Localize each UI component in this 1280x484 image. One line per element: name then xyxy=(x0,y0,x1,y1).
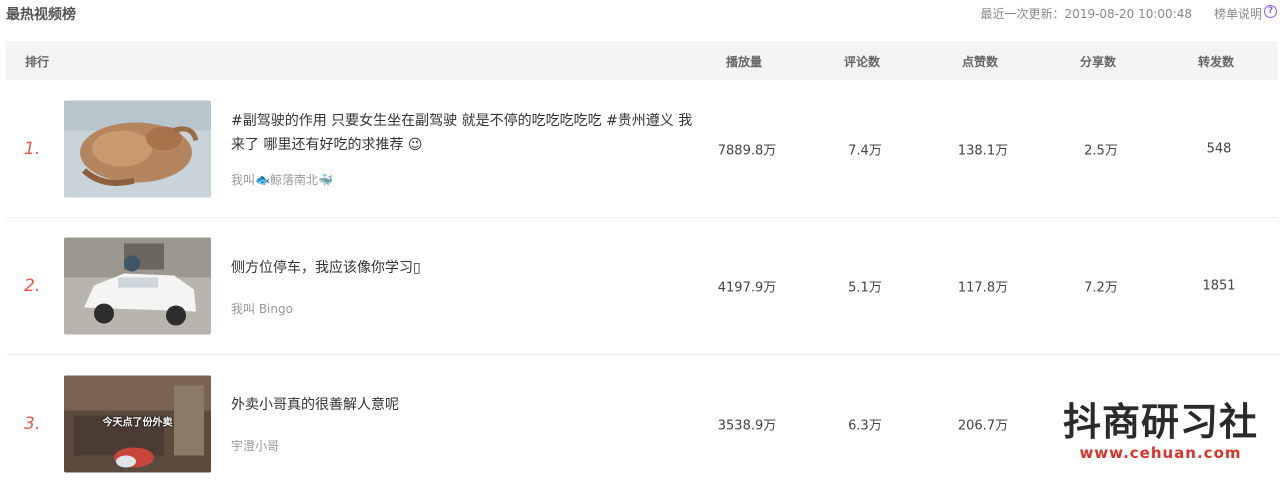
plays-value: 4197.9万 xyxy=(717,280,777,296)
comments-value: 6.3万 xyxy=(848,418,882,433)
page-title: 最热视频榜 xyxy=(6,7,76,23)
thumbnail-caption: 今天点了份外卖 xyxy=(102,417,173,428)
table-row[interactable]: 2. 侧方位停车，我应该像你学习▯ 我叫 Bingo 4197.9万 5.1万 … xyxy=(6,218,1278,355)
column-header-plays[interactable]: 播放量 xyxy=(726,53,762,70)
video-thumbnail[interactable] xyxy=(64,237,211,335)
video-thumbnail[interactable] xyxy=(64,100,211,198)
column-header-shares[interactable]: 分享数 xyxy=(1080,53,1116,70)
column-header-comments[interactable]: 评论数 xyxy=(844,53,880,70)
likes-value: 206.7万 xyxy=(957,418,1009,433)
column-header-reposts[interactable]: 转发数 xyxy=(1198,53,1234,70)
ranking-explain-link[interactable]: 榜单说明 xyxy=(1214,5,1262,22)
shares-value: 7.2万 xyxy=(1084,280,1118,296)
reposts-value: 548 xyxy=(1206,141,1232,157)
table-header: 排行 播放量 评论数 点赞数 分享数 转发数 xyxy=(6,41,1278,80)
likes-value: 117.8万 xyxy=(957,280,1009,296)
column-header-likes[interactable]: 点赞数 xyxy=(962,53,998,70)
comments-value: 7.4万 xyxy=(848,143,882,159)
last-update-text: 最近一次更新：2019-08-20 10:00:48 xyxy=(980,7,1192,21)
help-icon[interactable]: ? xyxy=(1264,5,1277,18)
rank-number: 2. xyxy=(24,276,41,296)
reposts-value: 1851 xyxy=(1202,278,1236,294)
watermark-name: 抖商研习社 xyxy=(1062,400,1258,444)
top-bar: 最热视频榜 最近一次更新：2019-08-20 10:00:48 榜单说明 ? xyxy=(0,0,1280,26)
author-name[interactable]: 我叫🐟鲸落南北🐳 xyxy=(231,171,333,188)
shares-value: 2.5万 xyxy=(1084,143,1118,159)
column-header-rank: 排行 xyxy=(25,55,50,69)
rank-number: 3. xyxy=(24,413,41,434)
rank-number: 1. xyxy=(24,139,41,159)
author-name[interactable]: 我叫 Bingo xyxy=(231,300,293,317)
watermark: 抖商研习社 www.cehuan.com xyxy=(1063,402,1258,462)
video-title[interactable]: #副驾驶的作用 只要女生坐在副驾驶 就是不停的吃吃吃吃吃 #贵州遵义 我来了 哪… xyxy=(231,109,701,157)
video-thumbnail[interactable]: 今天点了份外卖 xyxy=(64,375,211,472)
likes-value: 138.1万 xyxy=(957,143,1009,159)
author-name[interactable]: 宇澄小哥 xyxy=(231,437,279,454)
video-title[interactable]: 外卖小哥真的很善解人意呢 xyxy=(231,393,701,417)
plays-value: 3538.9万 xyxy=(717,418,777,433)
video-title[interactable]: 侧方位停车，我应该像你学习▯ xyxy=(231,256,701,280)
comments-value: 5.1万 xyxy=(848,280,882,296)
table-row[interactable]: 1. #副驾驶的作用 只要女生坐在副驾驶 就是不停的吃吃吃吃吃 #贵州遵义 我来… xyxy=(6,81,1278,218)
plays-value: 7889.8万 xyxy=(717,143,777,159)
watermark-url: www.cehuan.com xyxy=(1079,444,1242,462)
